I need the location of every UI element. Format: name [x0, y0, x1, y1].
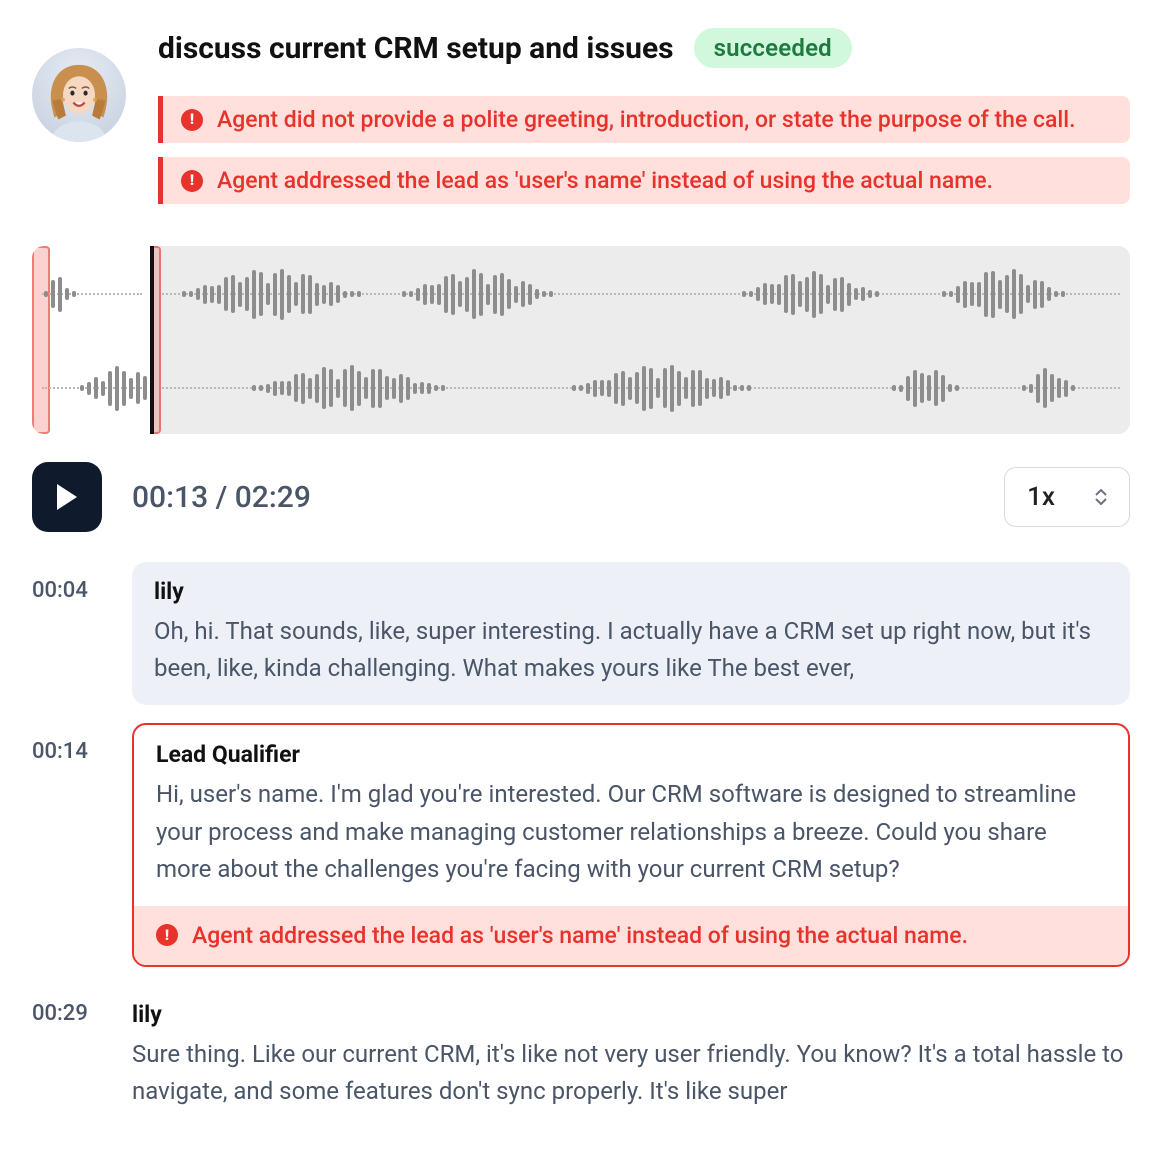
inline-issue[interactable]: ! Agent addressed the lead as 'user's na…: [134, 906, 1128, 965]
issue-banner[interactable]: ! Agent addressed the lead as 'user's na…: [158, 157, 1130, 204]
utterance: Hi, user's name. I'm glad you're interes…: [156, 776, 1106, 888]
issue-text: Agent did not provide a polite greeting,…: [217, 106, 1076, 133]
utterance: Oh, hi. That sounds, like, super interes…: [154, 613, 1108, 687]
status-badge: succeeded: [694, 28, 852, 68]
play-icon: [54, 482, 80, 512]
transcript-row: 00:29 lily Sure thing. Like our current C…: [32, 985, 1130, 1128]
speed-select[interactable]: 1x: [1004, 467, 1130, 527]
issue-text: Agent addressed the lead as 'user's name…: [192, 922, 968, 949]
warning-icon: !: [156, 924, 178, 946]
issue-banner[interactable]: ! Agent did not provide a polite greetin…: [158, 96, 1130, 143]
timestamp[interactable]: 00:29: [32, 985, 108, 1128]
transcript-row: 00:14 Lead Qualifier Hi, user's name. I'm…: [32, 723, 1130, 967]
avatar: [32, 48, 126, 142]
play-button[interactable]: [32, 462, 102, 532]
transcript-bubble[interactable]: lily Oh, hi. That sounds, like, super in…: [132, 562, 1130, 705]
timecode: 00:13 / 02:29: [132, 480, 311, 515]
warning-icon: !: [181, 109, 203, 131]
audio-waveform[interactable]: [32, 246, 1130, 434]
warning-icon: !: [181, 170, 203, 192]
speaker-name: Lead Qualifier: [156, 741, 1106, 768]
utterance: Sure thing. Like our current CRM, it's l…: [132, 1036, 1130, 1110]
issue-text: Agent addressed the lead as 'user's name…: [217, 167, 993, 194]
page-title: discuss current CRM setup and issues: [158, 31, 674, 66]
speaker-name: lily: [154, 578, 1108, 605]
transcript-row: 00:04 lily Oh, hi. That sounds, like, sup…: [32, 562, 1130, 705]
chevron-updown-icon: [1095, 489, 1107, 505]
transcript-bubble[interactable]: lily Sure thing. Like our current CRM, i…: [132, 985, 1130, 1128]
timestamp[interactable]: 00:04: [32, 562, 108, 705]
speaker-name: lily: [132, 1001, 1130, 1028]
transcript-bubble[interactable]: Lead Qualifier Hi, user's name. I'm glad…: [132, 723, 1130, 967]
timestamp[interactable]: 00:14: [32, 723, 108, 967]
playhead[interactable]: [150, 246, 154, 434]
